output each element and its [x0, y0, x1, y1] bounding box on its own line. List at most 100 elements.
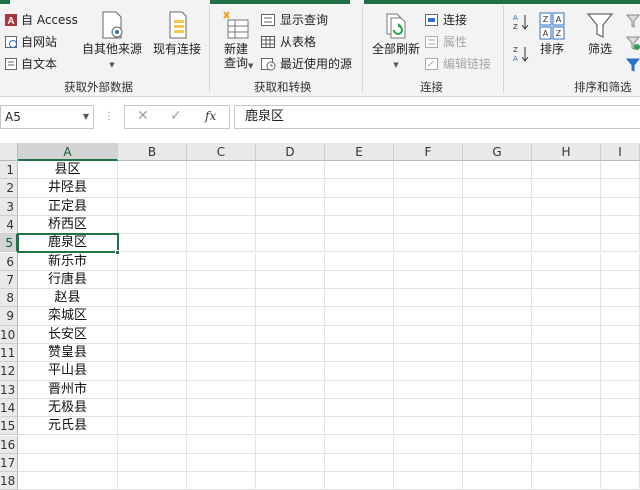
cell-c13[interactable] [187, 380, 256, 399]
cell-g7[interactable] [463, 270, 532, 290]
cell-c18[interactable] [187, 472, 256, 490]
cell-e12[interactable] [325, 362, 394, 381]
cell-b3[interactable] [118, 197, 187, 216]
cell-b4[interactable] [118, 215, 187, 235]
cell-f5[interactable] [394, 234, 463, 253]
cell-h11[interactable] [532, 344, 601, 363]
cell-c9[interactable] [187, 307, 256, 326]
cell-f14[interactable] [394, 398, 463, 418]
cell-g11[interactable] [463, 344, 532, 363]
cell-h14[interactable] [532, 398, 601, 418]
cell-g12[interactable] [463, 362, 532, 381]
cell-i8[interactable] [601, 289, 640, 308]
row-header[interactable]: 2 [0, 179, 18, 198]
cell-h10[interactable] [532, 325, 601, 344]
advanced-filter-button[interactable] [625, 57, 640, 73]
cell-d17[interactable] [256, 453, 325, 473]
cell-a2[interactable]: 井陉县 [18, 179, 118, 198]
cell-i11[interactable] [601, 344, 640, 363]
cell-h1[interactable] [532, 161, 601, 180]
cell-d5[interactable] [256, 234, 325, 253]
cell-a8[interactable]: 赵县 [18, 289, 118, 308]
row-header[interactable]: 11 [0, 344, 18, 363]
row-header[interactable]: 7 [0, 270, 18, 290]
cell-b5[interactable] [118, 234, 187, 253]
from-web-button[interactable]: 自网站 [4, 33, 57, 50]
reapply-filter-button[interactable] [625, 35, 640, 51]
row-header[interactable]: 4 [0, 215, 18, 235]
cell-e16[interactable] [325, 435, 394, 454]
cell-f6[interactable] [394, 252, 463, 271]
column-header-e[interactable]: E [325, 143, 394, 161]
cell-c3[interactable] [187, 197, 256, 216]
cell-b13[interactable] [118, 380, 187, 399]
cell-e10[interactable] [325, 325, 394, 344]
sort-descending-button[interactable]: ZA [513, 45, 529, 63]
column-header-g[interactable]: G [463, 143, 532, 161]
cell-c4[interactable] [187, 215, 256, 235]
cell-e18[interactable] [325, 472, 394, 490]
cell-i17[interactable] [601, 453, 640, 473]
new-query-button[interactable]: 新建 查询 [216, 10, 256, 70]
cell-h4[interactable] [532, 215, 601, 235]
cell-d3[interactable] [256, 197, 325, 216]
spreadsheet-grid[interactable]: ABCDEFGHI 1 县区 2 井陉县 3 正定县 4 桥西区 5 鹿泉区 6 新乐市 7 行唐县 8 赵县… [0, 140, 640, 490]
cell-h18[interactable] [532, 472, 601, 490]
connections-button[interactable]: 连接 [424, 11, 467, 28]
cell-i14[interactable] [601, 398, 640, 418]
cell-a5[interactable]: 鹿泉区 [18, 234, 118, 253]
column-header-f[interactable]: F [394, 143, 463, 161]
cell-g9[interactable] [463, 307, 532, 326]
cell-g8[interactable] [463, 289, 532, 308]
row-header[interactable]: 18 [0, 472, 18, 490]
cell-c12[interactable] [187, 362, 256, 381]
cell-f11[interactable] [394, 344, 463, 363]
cell-e5[interactable] [325, 234, 394, 253]
cell-d13[interactable] [256, 380, 325, 399]
cell-d9[interactable] [256, 307, 325, 326]
row-header[interactable]: 17 [0, 453, 18, 473]
cell-c6[interactable] [187, 252, 256, 271]
column-header-d[interactable]: D [256, 143, 325, 161]
cell-b6[interactable] [118, 252, 187, 271]
cell-b9[interactable] [118, 307, 187, 326]
cell-c17[interactable] [187, 453, 256, 473]
cell-f12[interactable] [394, 362, 463, 381]
show-queries-button[interactable]: 显示查询 [260, 11, 328, 28]
cell-e11[interactable] [325, 344, 394, 363]
cell-h3[interactable] [532, 197, 601, 216]
cell-b1[interactable] [118, 161, 187, 180]
cell-g13[interactable] [463, 380, 532, 399]
cell-b14[interactable] [118, 398, 187, 418]
cell-c15[interactable] [187, 417, 256, 436]
cell-d2[interactable] [256, 179, 325, 198]
cell-f15[interactable] [394, 417, 463, 436]
column-header-h[interactable]: H [532, 143, 601, 161]
cell-a7[interactable]: 行唐县 [18, 270, 118, 290]
cell-f7[interactable] [394, 270, 463, 290]
cell-h8[interactable] [532, 289, 601, 308]
row-header[interactable]: 10 [0, 325, 18, 344]
cell-g17[interactable] [463, 453, 532, 473]
cell-c11[interactable] [187, 344, 256, 363]
cell-e17[interactable] [325, 453, 394, 473]
cell-e8[interactable] [325, 289, 394, 308]
cell-i12[interactable] [601, 362, 640, 381]
cell-i1[interactable] [601, 161, 640, 180]
cell-e2[interactable] [325, 179, 394, 198]
row-header[interactable]: 6 [0, 252, 18, 271]
cell-b2[interactable] [118, 179, 187, 198]
column-header-b[interactable]: B [118, 143, 187, 161]
cell-e15[interactable] [325, 417, 394, 436]
cell-f4[interactable] [394, 215, 463, 235]
cell-f9[interactable] [394, 307, 463, 326]
cell-g1[interactable] [463, 161, 532, 180]
cell-c10[interactable] [187, 325, 256, 344]
cell-g15[interactable] [463, 417, 532, 436]
cell-b15[interactable] [118, 417, 187, 436]
cell-d15[interactable] [256, 417, 325, 436]
cell-g14[interactable] [463, 398, 532, 418]
cell-b12[interactable] [118, 362, 187, 381]
cell-b11[interactable] [118, 344, 187, 363]
cell-a3[interactable]: 正定县 [18, 197, 118, 216]
